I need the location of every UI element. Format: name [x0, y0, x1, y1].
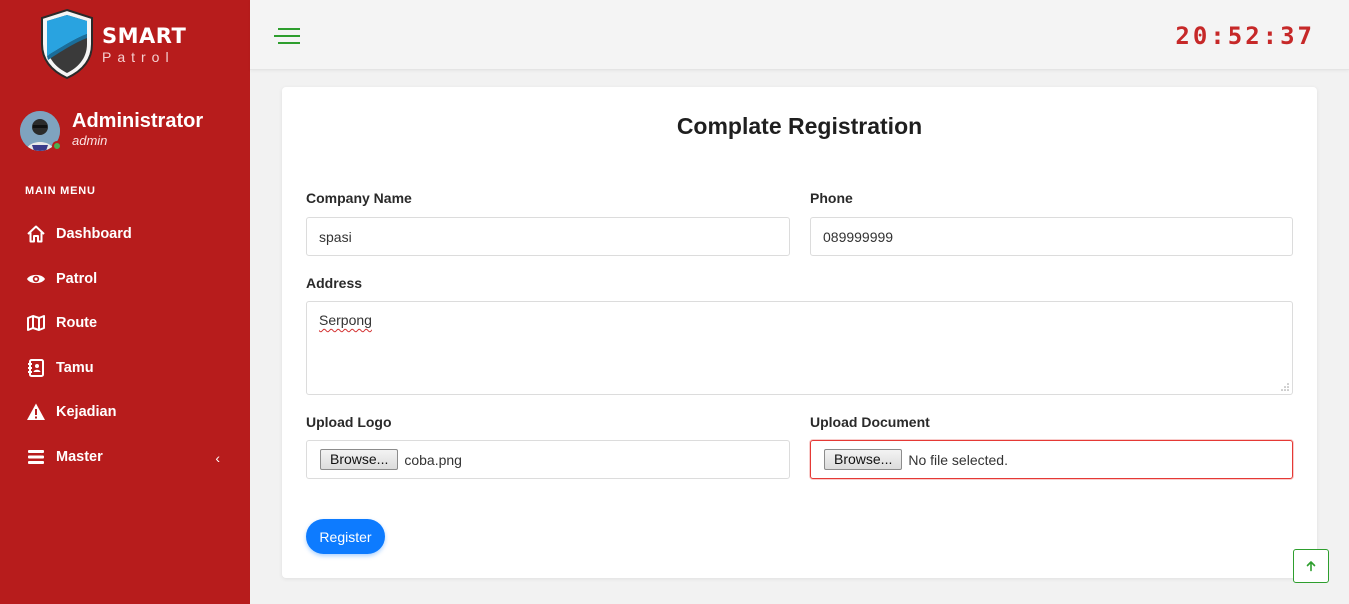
menu-section-title: MAIN MENU	[25, 185, 96, 197]
registration-card: Complate Registration Company Name spasi…	[282, 87, 1317, 578]
company-name-label: Company Name	[306, 190, 412, 206]
brand-name: SMART	[102, 24, 187, 48]
upload-logo-label: Upload Logo	[306, 414, 392, 430]
map-icon	[26, 313, 46, 333]
sidebar-item-kejadian[interactable]: Kejadian	[0, 390, 250, 435]
sidebar: SMART Patrol Administrator admin MAIN ME…	[0, 0, 250, 604]
sidebar-item-label: Tamu	[56, 359, 94, 376]
sidebar-menu: Dashboard Patrol Route Tamu Kejadian Mas…	[0, 212, 250, 479]
phone-label: Phone	[810, 190, 853, 206]
user-profile[interactable]: Administrator admin	[20, 109, 204, 151]
sidebar-item-label: Route	[56, 315, 98, 332]
upload-document-label: Upload Document	[810, 414, 930, 430]
sidebar-item-label: Dashboard	[56, 226, 132, 243]
page-title: Complate Registration	[676, 113, 923, 139]
top-bar: 20:52:37	[250, 0, 1349, 70]
menu-toggle-icon[interactable]	[274, 25, 304, 47]
guestbook-icon	[26, 358, 46, 378]
eye-icon	[26, 269, 46, 289]
upload-document-input[interactable]: Browse... No file selected.	[810, 440, 1293, 479]
sidebar-item-label: Kejadian	[56, 404, 117, 421]
sidebar-item-patrol[interactable]: Patrol	[0, 257, 250, 302]
company-name-input[interactable]: spasi	[306, 217, 790, 256]
brand-tagline: Patrol	[102, 49, 175, 65]
scroll-to-top-button[interactable]	[1293, 549, 1329, 583]
user-name: Administrator	[72, 109, 204, 132]
chevron-left-icon[interactable]: ‹	[215, 450, 220, 466]
document-file-name: No file selected.	[908, 451, 1008, 468]
address-label: Address	[306, 275, 363, 291]
upload-logo-input[interactable]: Browse... coba.png	[306, 440, 790, 479]
address-textarea[interactable]: Serpong	[306, 301, 1293, 395]
browse-logo-button[interactable]: Browse...	[320, 449, 399, 470]
arrow-up-icon	[1306, 561, 1316, 572]
avatar[interactable]	[20, 111, 62, 151]
phone-input[interactable]: 089999999	[810, 217, 1293, 256]
sidebar-item-label: Master	[56, 448, 103, 465]
sidebar-item-route[interactable]: Route	[0, 301, 250, 346]
sidebar-item-label: Patrol	[56, 270, 98, 287]
online-status-dot	[52, 141, 62, 151]
digital-clock: 20:52:37	[1175, 22, 1315, 50]
register-button[interactable]: Register	[306, 519, 385, 554]
address-value: Serpong	[319, 312, 372, 328]
browse-document-button[interactable]: Browse...	[824, 449, 903, 470]
warning-icon	[26, 402, 46, 422]
home-icon	[26, 224, 46, 244]
user-role: admin	[72, 132, 108, 148]
logo-file-name: coba.png	[404, 451, 462, 468]
resize-handle-icon[interactable]	[1281, 383, 1289, 391]
shield-logo-icon	[41, 8, 93, 80]
bars-icon	[26, 447, 46, 467]
brand-logo[interactable]: SMART Patrol	[38, 8, 186, 80]
sidebar-item-dashboard[interactable]: Dashboard	[0, 212, 250, 257]
sidebar-item-tamu[interactable]: Tamu	[0, 346, 250, 391]
sidebar-item-master[interactable]: Master ‹	[0, 435, 250, 480]
